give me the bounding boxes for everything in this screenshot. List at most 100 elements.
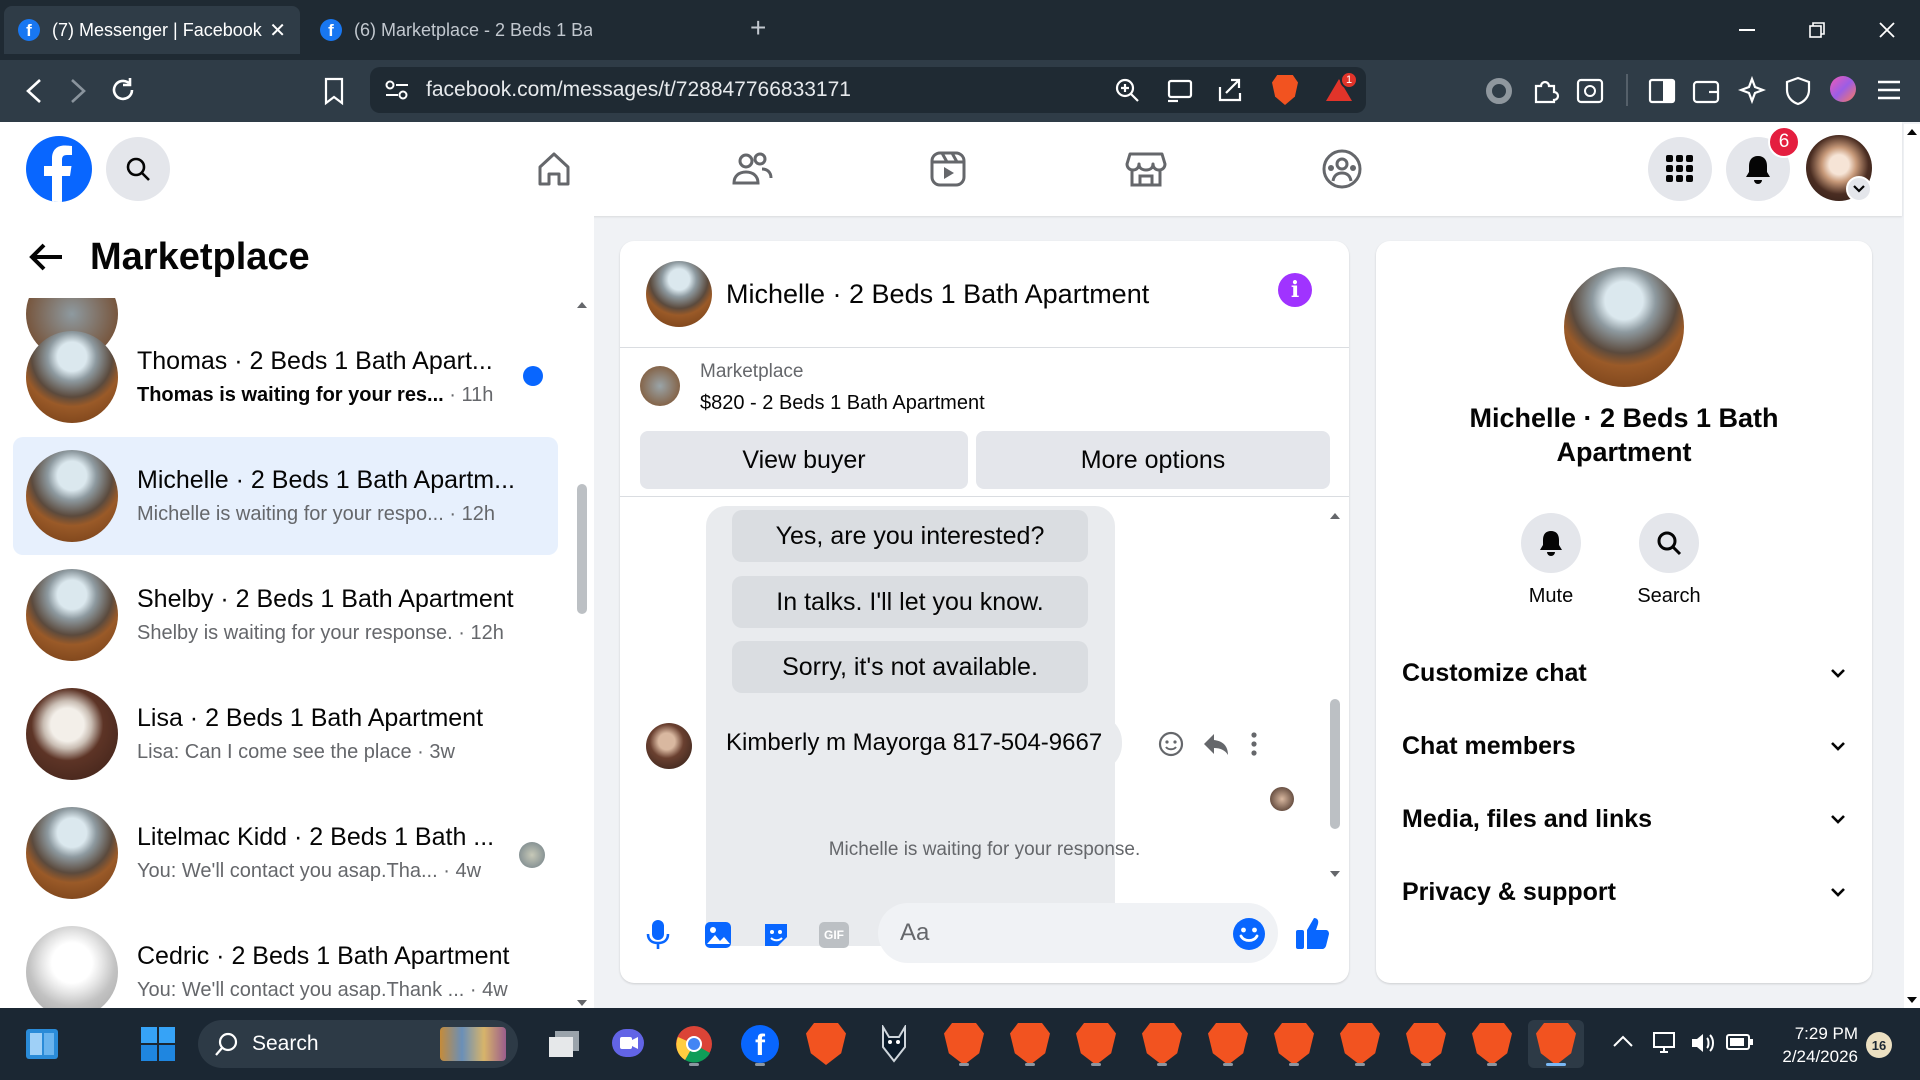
mute-button[interactable]: Mute — [1506, 513, 1596, 608]
chat-avatar[interactable] — [646, 261, 712, 327]
chat-scrollbar[interactable] — [1328, 509, 1342, 881]
groups-icon[interactable] — [1312, 144, 1372, 194]
screenshot-icon[interactable] — [1576, 78, 1604, 104]
back-arrow-icon[interactable] — [28, 242, 64, 272]
brave-profile-window-icon[interactable] — [1072, 1020, 1120, 1068]
wallet-icon[interactable] — [1692, 78, 1720, 104]
quick-reply-button[interactable]: Yes, are you interested? — [732, 510, 1088, 562]
customize-chat-section[interactable]: Customize chat — [1402, 653, 1846, 693]
info-icon[interactable]: i — [1278, 273, 1312, 307]
back-icon[interactable] — [22, 76, 48, 106]
message-bubble[interactable]: Kimberly m Mayorga 817-504-9667 — [706, 714, 1123, 772]
scrollbar-thumb[interactable] — [577, 484, 587, 614]
tab-marketplace[interactable]: f (6) Marketplace - 2 Beds 1 Bath Apart — [306, 6, 606, 54]
sidebar-toggle-icon[interactable] — [1648, 78, 1676, 104]
home-icon[interactable] — [524, 144, 584, 194]
brave-profile-window-icon[interactable] — [940, 1020, 988, 1068]
message-input[interactable]: Aa — [878, 903, 1278, 963]
restore-icon[interactable] — [1782, 0, 1852, 60]
browser-menu-icon[interactable] — [1876, 78, 1902, 102]
quick-reply-button[interactable]: In talks. I'll let you know. — [732, 576, 1088, 628]
view-buyer-button[interactable]: View buyer — [640, 431, 968, 489]
conversation-item-lisa[interactable]: Lisa · 2 Beds 1 Bath Apartment Lisa: Can… — [13, 675, 558, 793]
menu-grid-icon[interactable] — [1648, 137, 1712, 201]
brave-profile-window-icon[interactable] — [1270, 1020, 1318, 1068]
chat-members-section[interactable]: Chat members — [1402, 726, 1846, 766]
reload-icon[interactable] — [108, 75, 138, 105]
battery-icon[interactable] — [1726, 1032, 1754, 1052]
conversation-item-shelby[interactable]: Shelby · 2 Beds 1 Bath Apartment Shelby … — [13, 556, 558, 674]
marketplace-icon[interactable] — [1116, 144, 1176, 194]
brave-profile-window-icon[interactable] — [1204, 1020, 1252, 1068]
brave-profile-window-icon[interactable] — [1468, 1020, 1516, 1068]
notification-center-badge[interactable]: 16 — [1866, 1032, 1892, 1058]
brave-profile-window-icon[interactable] — [1006, 1020, 1054, 1068]
site-settings-icon[interactable] — [384, 79, 410, 101]
conversation-item-michelle[interactable]: Michelle · 2 Beds 1 Bath Apartm... Miche… — [13, 437, 558, 555]
start-windows-icon[interactable] — [134, 1020, 182, 1068]
app-character-icon[interactable] — [870, 1020, 918, 1068]
brave-shields-icon[interactable] — [1272, 75, 1298, 105]
sticker-icon[interactable] — [758, 917, 794, 953]
forward-icon[interactable] — [64, 76, 90, 106]
reels-icon[interactable] — [918, 144, 978, 194]
more-options-button[interactable]: More options — [976, 431, 1330, 489]
teams-chat-icon[interactable] — [604, 1020, 652, 1068]
profile-avatar[interactable] — [1564, 267, 1684, 387]
emoji-icon[interactable] — [1232, 917, 1266, 951]
chat-title[interactable]: Michelle · 2 Beds 1 Bath Apartment — [726, 279, 1149, 310]
brave-profile-window-icon[interactable] — [1402, 1020, 1450, 1068]
widgets-icon[interactable] — [18, 1020, 66, 1068]
cast-icon[interactable] — [1166, 77, 1194, 103]
friends-icon[interactable] — [722, 144, 782, 194]
leo-ai-icon[interactable] — [1738, 76, 1766, 104]
zoom-icon[interactable] — [1114, 77, 1140, 103]
react-smiley-icon[interactable] — [1158, 731, 1184, 757]
address-bar[interactable]: facebook.com/messages/t/728847766833171 … — [370, 67, 1366, 113]
media-files-links-section[interactable]: Media, files and links — [1402, 799, 1846, 839]
conversation-item-thomas[interactable]: Thomas · 2 Beds 1 Bath Apart... Thomas i… — [13, 318, 558, 436]
microphone-icon[interactable] — [640, 917, 676, 953]
quick-reply-button[interactable]: Sorry, it's not available. — [732, 641, 1088, 693]
listing-title[interactable]: $820 - 2 Beds 1 Bath Apartment — [700, 392, 985, 415]
scrollbar-thumb[interactable] — [1330, 699, 1340, 829]
privacy-support-section[interactable]: Privacy & support — [1402, 872, 1846, 912]
extensions-icon[interactable] — [1530, 76, 1560, 106]
page-scrollbar[interactable] — [1904, 124, 1920, 1008]
brave-rewards-icon[interactable]: 1 — [1324, 71, 1358, 105]
sender-avatar[interactable] — [646, 723, 692, 769]
minimize-icon[interactable] — [1712, 0, 1782, 60]
photo-icon[interactable] — [700, 917, 736, 953]
conversation-item-litelmac-kidd[interactable]: Litelmac Kidd · 2 Beds 1 Bath ... You: W… — [13, 794, 558, 912]
facebook-logo-icon[interactable] — [26, 136, 92, 202]
network-icon[interactable] — [1652, 1030, 1678, 1056]
more-actions-icon[interactable] — [1250, 731, 1258, 757]
account-chevron-down-icon[interactable] — [1846, 176, 1872, 202]
chrome-icon[interactable] — [670, 1020, 718, 1068]
brave-profile-window-icon[interactable] — [1138, 1020, 1186, 1068]
close-window-icon[interactable] — [1852, 0, 1920, 60]
system-clock[interactable]: 7:29 PM 2/24/2026 — [1762, 1022, 1858, 1068]
bookmark-icon[interactable] — [322, 76, 346, 106]
reply-icon[interactable] — [1202, 731, 1230, 757]
new-tab-icon[interactable]: + — [750, 12, 766, 44]
task-view-icon[interactable] — [540, 1020, 588, 1068]
brave-profile-window-icon[interactable] — [1336, 1020, 1384, 1068]
show-hidden-icons-chevron-up-icon[interactable] — [1612, 1034, 1634, 1048]
close-tab-icon[interactable]: ✕ — [269, 18, 286, 43]
brave-active-window-icon[interactable] — [1528, 1020, 1584, 1068]
search-in-conversation-button[interactable]: Search — [1624, 513, 1714, 608]
like-thumb-icon[interactable] — [1294, 915, 1330, 951]
gif-icon[interactable]: GIF — [816, 917, 852, 953]
profile-icon[interactable] — [1830, 76, 1856, 102]
search-icon[interactable] — [106, 137, 170, 201]
conversation-list-scrollbar[interactable] — [575, 298, 589, 1010]
tab-messenger[interactable]: f (7) Messenger | Facebook ✕ — [4, 6, 300, 54]
facebook-app-icon[interactable]: f — [736, 1020, 784, 1068]
conversation-item-cedric[interactable]: Cedric · 2 Beds 1 Bath Apartment You: We… — [13, 913, 558, 1010]
brave-browser-icon[interactable] — [802, 1020, 850, 1068]
taskbar-search-box[interactable]: Search — [198, 1020, 518, 1068]
vpn-icon[interactable] — [1784, 76, 1812, 106]
share-icon[interactable] — [1216, 77, 1244, 103]
extension-record-icon[interactable] — [1486, 78, 1512, 104]
